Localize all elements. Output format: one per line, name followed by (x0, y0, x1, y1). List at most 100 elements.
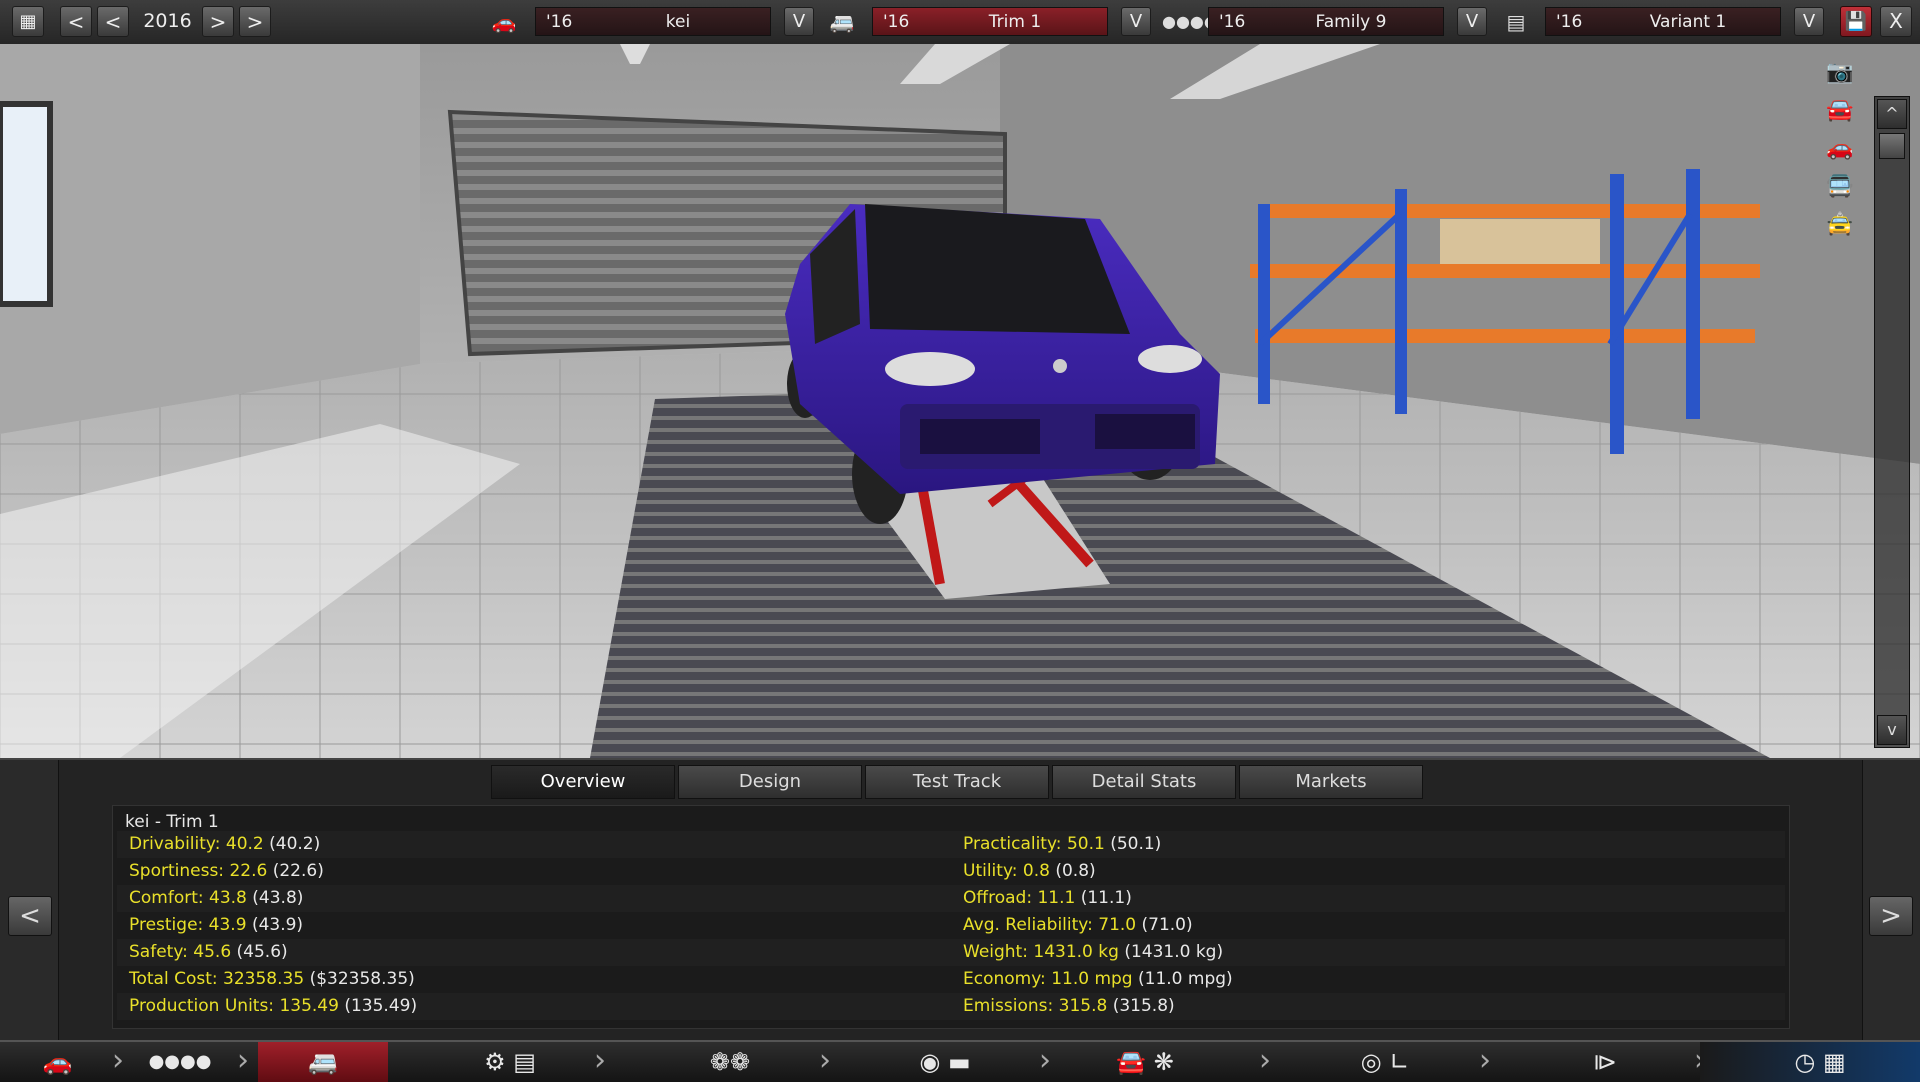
chevron-right-icon: › (819, 1043, 831, 1078)
variant-selector[interactable]: '16 Variant 1 (1545, 7, 1781, 36)
trim-year: '16 (883, 12, 910, 32)
aero-fan-icon[interactable]: 🚘 ❋ (1080, 1042, 1210, 1082)
variant-dropdown-button[interactable]: V (1794, 7, 1824, 36)
test-track-icon[interactable]: ◷ ▦ (1760, 1042, 1880, 1082)
stat-left: Comfort: 43.8 (43.8) (129, 888, 303, 908)
car-rear-icon[interactable]: 🚍 (1818, 172, 1862, 202)
car-side-icon[interactable]: 🚗 (1818, 134, 1862, 164)
calendar-icon[interactable]: ▦ (12, 6, 44, 37)
trim-selector[interactable]: '16 Trim 1 (872, 7, 1108, 36)
stat-label: Emissions: (963, 996, 1054, 1016)
chevron-right-icon: › (112, 1043, 124, 1078)
stat-base-value: (50.1) (1110, 834, 1162, 854)
tab-overview[interactable]: Overview (491, 765, 675, 799)
variant-name: Variant 1 (1649, 12, 1727, 32)
stat-right: Economy: 11.0 mpg (11.0 mpg) (963, 969, 1233, 989)
car-trim-icon[interactable]: 🚐 (258, 1042, 388, 1082)
stat-base-value: (0.8) (1055, 861, 1096, 881)
year-next-fast-button[interactable]: > (239, 6, 271, 37)
stat-base-value: (71.0) (1141, 915, 1193, 935)
wheels-icon[interactable]: ❁❁ (675, 1042, 785, 1082)
stat-value: 50.1 (1066, 834, 1105, 854)
stat-value: 315.8 (1058, 996, 1108, 1016)
stat-base-value: (135.49) (344, 996, 418, 1016)
viewport-scrollbar[interactable]: ^ v (1874, 96, 1910, 748)
stat-left: Safety: 45.6 (45.6) (129, 942, 288, 962)
model-dropdown-button[interactable]: V (784, 7, 814, 36)
year-prev-button[interactable]: < (97, 6, 129, 37)
stat-label: Prestige: (129, 915, 204, 935)
stat-row: Total Cost: 32358.35 ($32358.35) Economy:… (117, 966, 1785, 993)
car-3d-viewport[interactable]: 📷 🚘 🚗 🚍 🚖 ^ v (0, 44, 1920, 758)
trim-name: Trim 1 (988, 12, 1042, 32)
stat-base-value: (22.6) (272, 861, 324, 881)
stat-row: Sportiness: 22.6 (22.6) Utility: 0.8 (0.8… (117, 858, 1785, 885)
engine-family-icon: ●●●● (1162, 12, 1218, 31)
stat-label: Avg. Reliability: (963, 915, 1093, 935)
tab-detail-stats[interactable]: Detail Stats (1052, 765, 1236, 799)
model-selector[interactable]: '16 kei (535, 7, 771, 36)
engine-family-icon[interactable]: ●●●● (130, 1042, 230, 1082)
close-button[interactable]: X (1880, 6, 1912, 37)
car-front-icon[interactable]: 🚘 (1818, 96, 1862, 126)
engine-variant-icon: ▤ (1506, 10, 1526, 34)
year-prev-fast-button[interactable]: < (60, 6, 92, 37)
model-name: kei (665, 12, 691, 32)
stat-right: Practicality: 50.1 (50.1) (963, 834, 1161, 854)
stat-row: Drivability: 40.2 (40.2) Practicality: 50… (117, 831, 1785, 858)
car-model-icon[interactable]: 🚗 (10, 1042, 105, 1082)
stat-right: Utility: 0.8 (0.8) (963, 861, 1096, 881)
stat-row: Production Units: 135.49 (135.49) Emissio… (117, 993, 1785, 1020)
stat-base-value: ($32358.35) (309, 969, 415, 989)
stat-row: Comfort: 43.8 (43.8) Offroad: 11.1 (11.1) (117, 885, 1785, 912)
stats-panel: kei - Trim 1 Drivability: 40.2 (40.2) Pra… (112, 805, 1790, 1029)
stat-value: 45.6 (193, 942, 232, 962)
stat-label: Utility: (963, 861, 1018, 881)
panel-left-column: < (0, 760, 59, 1040)
stat-right: Emissions: 315.8 (315.8) (963, 996, 1175, 1016)
scroll-down-button[interactable]: v (1877, 715, 1907, 745)
tab-markets[interactable]: Markets (1239, 765, 1423, 799)
stat-right: Avg. Reliability: 71.0 (71.0) (963, 915, 1193, 935)
workflow-bar: 🚗 › ●●●● › 🚐 › ⚙ ▤ › ❁❁ › ◉ ▬ › 🚘 ❋ › ◎ … (0, 1040, 1920, 1082)
scroll-thumb[interactable] (1879, 133, 1905, 159)
stats-rows: Drivability: 40.2 (40.2) Practicality: 50… (113, 831, 1791, 1021)
stat-value: 43.9 (208, 915, 247, 935)
stat-left: Prestige: 43.9 (43.9) (129, 915, 303, 935)
stat-value: 135.49 (279, 996, 339, 1016)
body-design-icon[interactable]: ◉ ▬ (890, 1042, 1000, 1082)
engine-gearbox-icon[interactable]: ⚙ ▤ (455, 1042, 565, 1082)
trim-dropdown-button[interactable]: V (1121, 7, 1151, 36)
model-year: '16 (546, 12, 573, 32)
stat-base-value: (315.8) (1112, 996, 1175, 1016)
suspension-icon[interactable]: ⧐ (1550, 1042, 1660, 1082)
car-top-icon[interactable]: 🚖 (1818, 210, 1862, 240)
stat-label: Economy: (963, 969, 1046, 989)
panel-next-button[interactable]: > (1869, 896, 1913, 936)
stat-value: 32358.35 (223, 969, 305, 989)
family-selector[interactable]: '16 Family 9 (1208, 7, 1444, 36)
stat-left: Total Cost: 32358.35 ($32358.35) (129, 969, 415, 989)
stat-label: Offroad: (963, 888, 1033, 908)
family-dropdown-button[interactable]: V (1457, 7, 1487, 36)
year-next-button[interactable]: > (202, 6, 234, 37)
car-model-icon: 🚗 (491, 10, 517, 34)
tab-test-track[interactable]: Test Track (865, 765, 1049, 799)
stat-base-value: (1431.0 kg) (1124, 942, 1224, 962)
stat-base-value: (40.2) (269, 834, 321, 854)
save-icon[interactable]: 💾 (1840, 6, 1872, 37)
stat-row: Safety: 45.6 (45.6) Weight: 1431.0 kg (14… (117, 939, 1785, 966)
stat-right: Weight: 1431.0 kg (1431.0 kg) (963, 942, 1223, 962)
tab-design[interactable]: Design (678, 765, 862, 799)
interior-icon[interactable]: ◎ ∟ (1330, 1042, 1440, 1082)
stat-value: 11.1 (1037, 888, 1076, 908)
family-name: Family 9 (1315, 12, 1387, 32)
scroll-up-button[interactable]: ^ (1877, 99, 1907, 129)
panel-prev-button[interactable]: < (8, 896, 52, 936)
camera-icon[interactable]: 📷 (1818, 58, 1862, 88)
chevron-right-icon: › (1259, 1043, 1271, 1078)
chevron-right-icon: › (594, 1043, 606, 1078)
family-year: '16 (1219, 12, 1246, 32)
panel-right-column: > (1862, 760, 1920, 1040)
chevron-right-icon: › (1039, 1043, 1051, 1078)
